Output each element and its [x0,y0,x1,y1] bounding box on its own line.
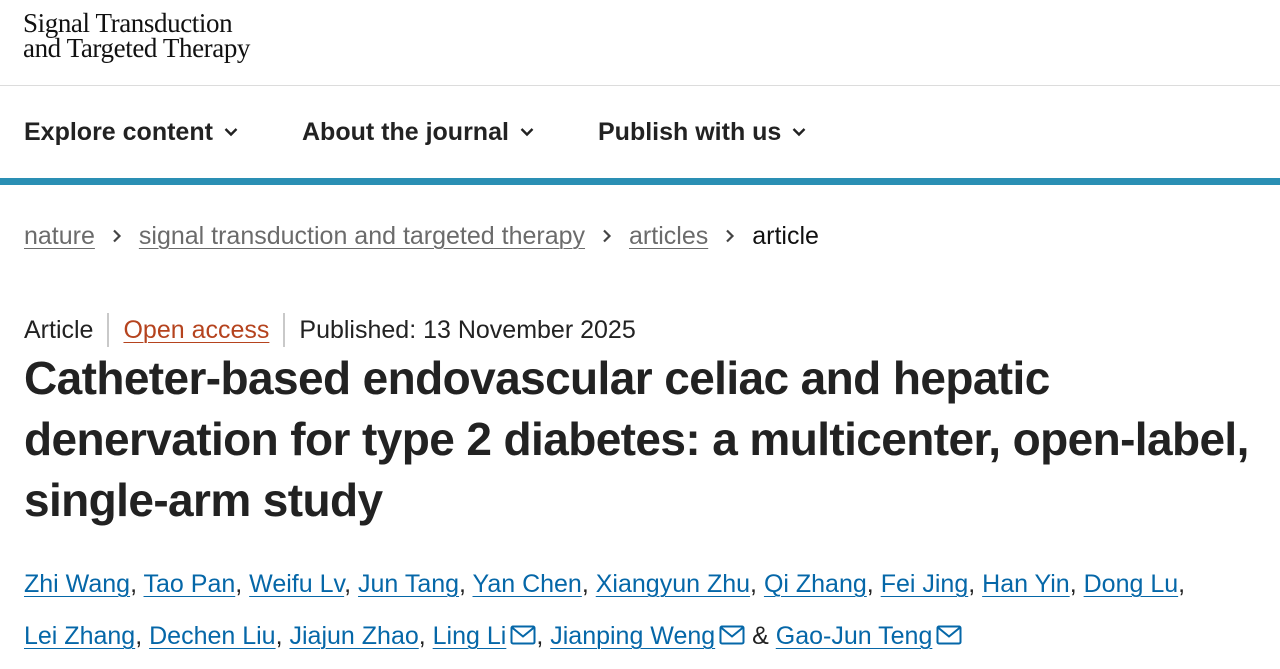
author-separator: , [459,570,466,598]
author-link[interactable]: Ling Li [433,622,507,650]
author-separator: , [344,570,352,598]
nav-publish-with-us-label: Publish with us [598,117,782,146]
author-link[interactable]: Xiangyun Zhu [596,570,750,598]
author-link[interactable]: Han Yin [982,570,1070,598]
published-date: Published: 13 November 2025 [299,315,636,344]
author-line: Zhi Wang, Tao Pan, Weifu Lv, Jun Tang, Y… [24,558,1274,610]
nav-explore-content-label: Explore content [24,117,213,146]
author-list: Zhi Wang, Tao Pan, Weifu Lv, Jun Tang, Y… [24,558,1274,662]
nav-about-journal[interactable]: About the journal [302,114,534,150]
author-separator: , [275,622,283,650]
author-link[interactable]: Jun Tang [358,570,459,598]
journal-logo[interactable]: Signal Transduction and Targeted Therapy [23,10,251,63]
meta-divider [107,313,110,347]
breadcrumb-articles[interactable]: articles [629,222,708,251]
author-separator: , [1069,570,1077,598]
breadcrumb-journal[interactable]: signal transduction and targeted therapy [139,222,585,251]
author-link[interactable]: Gao-Jun Teng [776,622,933,650]
author-link[interactable]: Dechen Liu [149,622,275,650]
author-separator: , [130,570,138,598]
author-link[interactable]: Qi Zhang [764,570,867,598]
nav-about-journal-label: About the journal [302,117,509,146]
author-link[interactable]: Fei Jing [881,570,969,598]
chevron-down-icon [520,128,534,137]
chevron-down-icon [792,128,806,137]
breadcrumb: nature signal transduction and targeted … [24,218,819,254]
author-separator: , [235,570,243,598]
chevron-down-icon [224,128,238,137]
author-separator: , [536,622,544,650]
author-ampersand: & [752,622,769,650]
breadcrumb-current: article [752,221,819,250]
author-separator: , [968,570,976,598]
article-meta: Article Open access Published: 13 Novemb… [24,311,636,349]
author-link[interactable]: Weifu Lv [249,570,344,598]
author-separator: , [866,570,874,598]
chevron-right-icon [603,229,612,243]
author-link[interactable]: Yan Chen [473,570,582,598]
author-separator: , [750,570,757,598]
logo-line-2: and Targeted Therapy [23,33,251,63]
site-header: Signal Transduction and Targeted Therapy [0,0,1280,86]
author-line: Lei Zhang, Dechen Liu, Jiajun Zhao, Ling… [24,610,1274,662]
chevron-right-icon [113,229,121,243]
author-separator: , [135,622,143,650]
author-separator: , [1178,570,1186,598]
chevron-right-icon [726,229,735,243]
author-link[interactable]: Jiajun Zhao [290,622,419,650]
nav-publish-with-us[interactable]: Publish with us [598,114,806,150]
author-link[interactable]: Zhi Wang [24,570,130,598]
breadcrumb-nature[interactable]: nature [24,222,95,251]
author-link[interactable]: Dong Lu [1084,570,1179,598]
envelope-icon[interactable] [719,624,745,646]
nav-accent-bar [0,178,1280,185]
envelope-icon[interactable] [510,624,536,646]
author-link[interactable]: Tao Pan [144,570,236,598]
author-separator: , [581,570,589,598]
author-link[interactable]: Jianping Weng [550,622,715,650]
open-access-link[interactable]: Open access [123,316,269,345]
nav-explore-content[interactable]: Explore content [24,114,238,150]
envelope-icon[interactable] [936,624,962,646]
author-separator: , [418,622,426,650]
article-type: Article [24,315,94,344]
article-title: Catheter-based endovascular celiac and h… [24,352,1249,526]
meta-divider [283,313,286,347]
author-link[interactable]: Lei Zhang [24,622,135,650]
